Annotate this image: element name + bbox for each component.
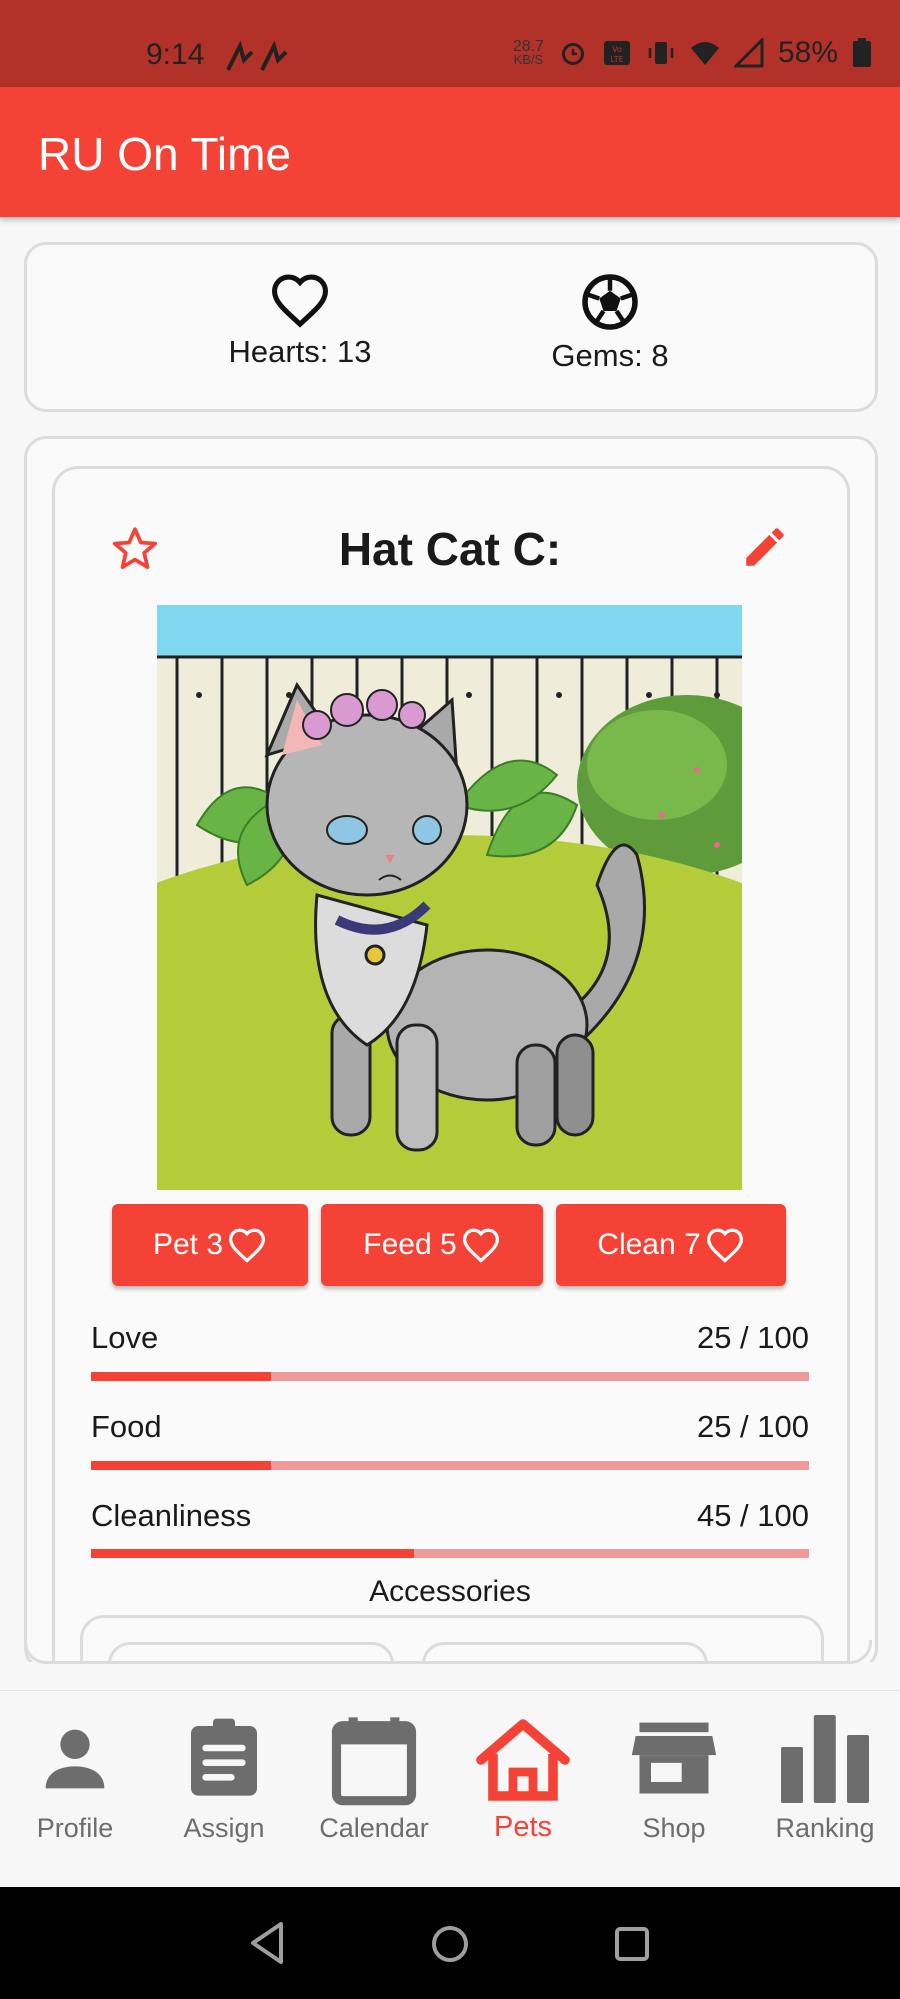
nav-label: Ranking	[775, 1813, 875, 1843]
status-time: 9:14	[146, 38, 205, 71]
scroll-clip	[0, 1662, 900, 1692]
wifi-icon	[690, 42, 719, 65]
love-progress-bar	[91, 1372, 809, 1381]
notification-icon	[222, 40, 292, 81]
battery-percent: 58%	[777, 36, 838, 69]
pet-portrait	[157, 605, 742, 1190]
back-icon[interactable]	[247, 1920, 287, 1971]
store-icon	[631, 1722, 717, 1794]
home-circle-icon[interactable]	[430, 1924, 470, 1969]
svg-text:LTE: LTE	[610, 55, 623, 64]
gems-label: Gems: 8	[551, 338, 669, 373]
heart-outline-icon	[462, 1228, 499, 1263]
clipboard-icon	[191, 1718, 257, 1796]
calendar-icon	[331, 1717, 417, 1806]
love-progress-fill	[91, 1372, 271, 1381]
clean-button[interactable]: Clean 7	[556, 1204, 786, 1286]
status-indicators: 28.7 KB/S Vo LTE 58%	[513, 36, 872, 70]
hearts-counter: Hearts: 13	[200, 272, 400, 370]
nav-assign[interactable]: Assign	[149, 1715, 299, 1844]
heart-outline-icon	[229, 1228, 266, 1263]
alarm-icon	[561, 43, 584, 65]
pet-button[interactable]: Pet 3	[112, 1204, 308, 1286]
vibrate-icon	[648, 42, 674, 64]
feed-button[interactable]: Feed 5	[321, 1204, 543, 1286]
cleanliness-label: Cleanliness	[91, 1498, 252, 1533]
gems-counter: Gems: 8	[510, 272, 710, 374]
pet-section-bottom-edge	[24, 1640, 872, 1664]
svg-text:Vo: Vo	[612, 45, 622, 54]
network-speed: 28.7 KB/S	[512, 38, 544, 67]
love-label: Love	[91, 1320, 159, 1355]
nav-ranking[interactable]: Ranking	[750, 1715, 900, 1844]
heart-outline-icon	[271, 274, 329, 328]
volte-icon: VoLTE	[603, 41, 630, 65]
gem-ball-icon	[582, 274, 638, 330]
cleanliness-progress-fill	[91, 1549, 415, 1558]
love-value: 25 / 100	[696, 1320, 809, 1355]
nav-profile[interactable]: Profile	[0, 1715, 150, 1844]
app-title: RU On Time	[38, 128, 292, 180]
nav-shop[interactable]: Shop	[599, 1715, 749, 1844]
person-icon	[45, 1729, 105, 1789]
food-label: Food	[91, 1409, 162, 1444]
nav-label: Assign	[183, 1813, 265, 1843]
recents-icon[interactable]	[614, 1926, 650, 1967]
cleanliness-value: 45 / 100	[696, 1498, 809, 1533]
food-progress-bar	[91, 1461, 809, 1470]
edit-pencil-icon[interactable]	[740, 522, 790, 577]
currency-card	[24, 242, 878, 412]
battery-icon	[853, 38, 871, 67]
nav-label: Shop	[642, 1813, 706, 1843]
signal-icon	[733, 38, 764, 68]
nav-pets[interactable]: Pets	[448, 1715, 598, 1844]
food-value: 25 / 100	[696, 1409, 809, 1444]
nav-label: Profile	[36, 1813, 114, 1843]
nav-label: Calendar	[319, 1813, 429, 1843]
hearts-label: Hearts: 13	[228, 334, 372, 369]
heart-outline-icon	[706, 1228, 743, 1263]
house-icon	[476, 1719, 570, 1801]
bar-chart-icon	[781, 1715, 869, 1803]
accessories-title: Accessories	[369, 1575, 531, 1608]
cleanliness-progress-bar	[91, 1549, 809, 1558]
nav-calendar[interactable]: Calendar	[299, 1715, 449, 1844]
food-progress-fill	[91, 1461, 271, 1470]
nav-label: Pets	[493, 1811, 553, 1843]
